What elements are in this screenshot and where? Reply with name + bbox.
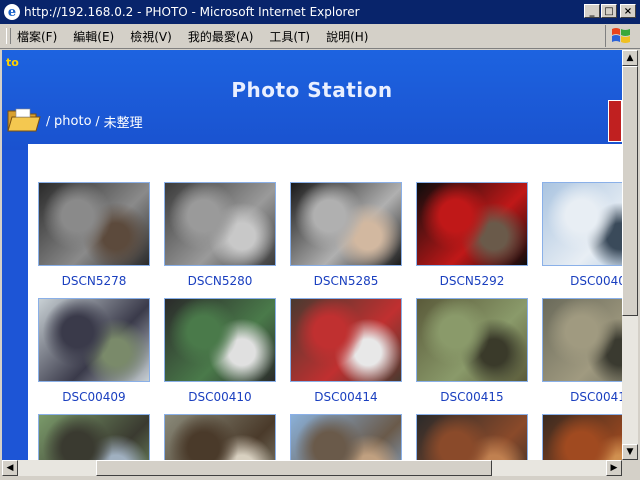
menu-file[interactable]: 檔案(F) — [17, 28, 57, 45]
scroll-down-button[interactable]: ▼ — [622, 444, 638, 460]
breadcrumb-separator: / — [46, 114, 51, 128]
photo-caption-link[interactable]: DSCN5285 — [283, 274, 409, 288]
horizontal-scroll-thumb[interactable] — [96, 460, 492, 476]
photo-thumbnail[interactable] — [38, 298, 150, 382]
photo-thumbnail[interactable] — [542, 414, 622, 460]
scroll-left-button[interactable]: ◀ — [2, 460, 18, 476]
window-title: http://192.168.0.2 - PHOTO - Microsoft I… — [24, 5, 360, 19]
scrollbar-corner — [622, 460, 638, 476]
photo-caption-link[interactable]: DSC00414 — [283, 390, 409, 404]
scroll-right-button[interactable]: ▶ — [606, 460, 622, 476]
ie-icon: e — [4, 4, 20, 20]
menu-favorites[interactable]: 我的最愛(A) — [188, 28, 254, 45]
maximize-button[interactable]: □ — [601, 4, 617, 18]
menu-view[interactable]: 檢視(V) — [130, 28, 172, 45]
photo-caption-link[interactable]: DSCN5292 — [409, 274, 535, 288]
photo-thumbnail[interactable] — [542, 298, 622, 382]
photo-thumbnail[interactable] — [38, 414, 150, 460]
photo-thumbnail[interactable] — [416, 182, 528, 266]
photo-thumbnail[interactable] — [164, 182, 276, 266]
photo-thumbnail[interactable] — [38, 182, 150, 266]
photo-thumbnail[interactable] — [290, 182, 402, 266]
photo-thumbnail[interactable] — [290, 298, 402, 382]
photo-caption-link[interactable]: DSC00409 — [31, 390, 157, 404]
photo-caption-link[interactable]: DSC00410 — [157, 390, 283, 404]
close-button[interactable]: × — [620, 4, 636, 18]
minimize-button[interactable]: _ — [584, 4, 600, 18]
photo-caption-link[interactable]: DSCN5278 — [31, 274, 157, 288]
scroll-up-button[interactable]: ▲ — [622, 50, 638, 66]
folder-icon[interactable] — [6, 103, 42, 139]
title-bar: e http://192.168.0.2 - PHOTO - Microsoft… — [0, 0, 640, 24]
toolbar-grip[interactable] — [6, 28, 11, 44]
menu-bar: 檔案(F) 編輯(E) 檢視(V) 我的最愛(A) 工具(T) 說明(H) — [0, 24, 640, 49]
photo-thumbnail[interactable] — [164, 298, 276, 382]
menu-help[interactable]: 說明(H) — [326, 28, 368, 45]
breadcrumb-current[interactable]: 未整理 — [104, 112, 143, 131]
photo-thumbnail[interactable] — [416, 298, 528, 382]
photo-caption-link[interactable]: DSC00415 — [409, 390, 535, 404]
photo-grid: DSCN5278 DSCN5280 DSCN5285 DSCN5292 DSC0040 D… — [28, 144, 622, 460]
photo-caption-link[interactable]: DSC0040 — [535, 274, 622, 288]
vertical-scroll-thumb[interactable] — [622, 66, 638, 316]
photo-thumbnail[interactable] — [542, 182, 622, 266]
breadcrumb-link-photo[interactable]: photo — [54, 114, 92, 129]
cropped-logo-text: to — [6, 56, 19, 69]
photo-thumbnail[interactable] — [164, 414, 276, 460]
vertical-scrollbar[interactable]: ▲ ▼ — [622, 50, 638, 460]
horizontal-scrollbar[interactable]: ◀ ▶ — [2, 460, 622, 476]
page-title: Photo Station — [231, 78, 393, 102]
menu-tools[interactable]: 工具(T) — [269, 28, 310, 45]
photo-caption-link[interactable]: DSCN5280 — [157, 274, 283, 288]
menu-edit[interactable]: 編輯(E) — [73, 28, 114, 45]
breadcrumb: / photo / 未整理 — [6, 104, 143, 138]
windows-logo-icon — [605, 25, 636, 47]
photo-caption-link[interactable]: DSC0041 — [535, 390, 622, 404]
browser-viewport: to Photo Station / photo / 未整理 DSCN5278 D… — [2, 50, 622, 460]
photo-thumbnail[interactable] — [416, 414, 528, 460]
breadcrumb-separator: / — [95, 114, 100, 128]
cropped-badge-icon — [608, 100, 622, 142]
photo-thumbnail[interactable] — [290, 414, 402, 460]
